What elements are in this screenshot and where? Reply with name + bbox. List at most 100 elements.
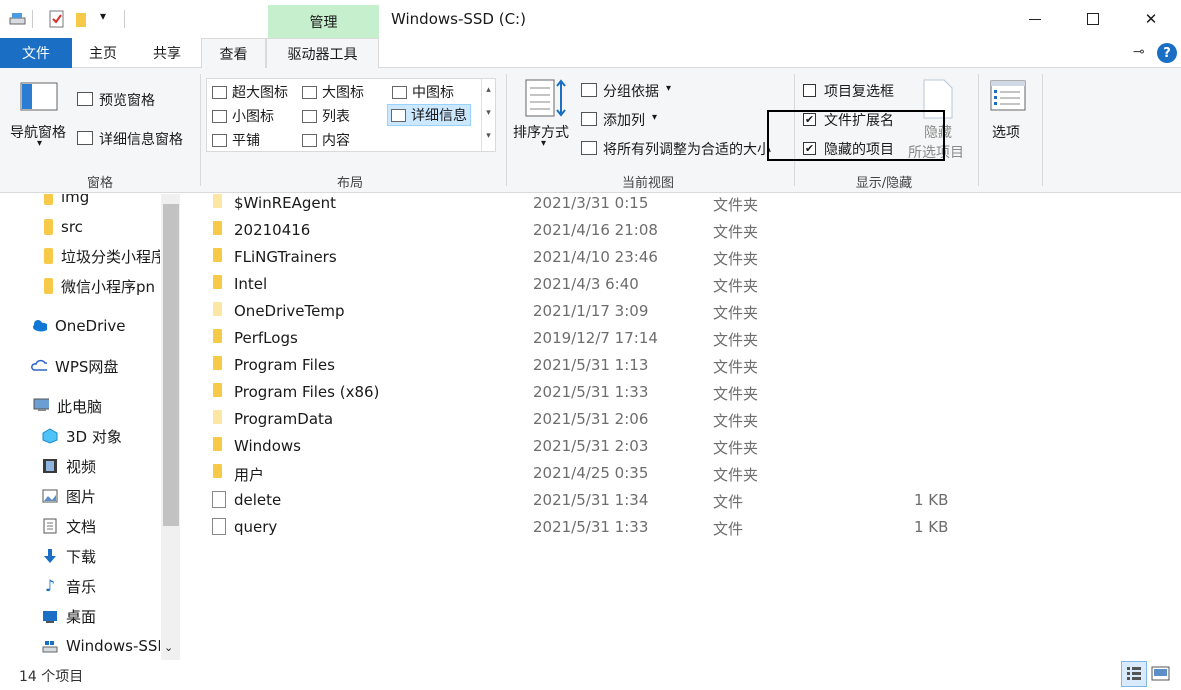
nav-item-desktop[interactable]: 桌面 [0,602,160,630]
file-type: 文件夹 [713,277,759,295]
nav-item-garbage-app[interactable]: 垃圾分类小程序 [0,242,160,270]
table-row[interactable]: $WinREAgent 2021/3/31 0:15 文件夹 [185,190,1181,217]
drive-icon[interactable] [9,10,27,28]
table-row[interactable]: Program Files 2021/5/31 1:13 文件夹 [185,352,1181,379]
group-divider [200,74,201,186]
tab-drive-tools[interactable]: 驱动器工具 [266,38,379,69]
tab-home[interactable]: 主页 [72,38,134,68]
new-folder-icon[interactable] [74,10,92,28]
tab-share[interactable]: 共享 [134,38,200,68]
details-view-icon [1127,667,1141,680]
preview-pane-button[interactable]: 预览窗格 [99,90,155,110]
nav-item-label: 此电脑 [57,397,103,416]
video-icon [43,459,57,473]
nav-scrollbar-thumb[interactable] [163,204,179,526]
nav-item-documents[interactable]: 文档 [0,512,160,540]
nav-item-src[interactable]: src [0,213,160,241]
add-column-button[interactable]: 添加列 [603,110,645,130]
extra-large-icons-icon [212,85,227,99]
layout-large-icons[interactable]: 大图标 [299,81,367,103]
details-pane-button[interactable]: 详细信息窗格 [99,129,183,149]
large-icons-view-button[interactable] [1151,664,1171,684]
nav-item-music[interactable]: ♪ 音乐 [0,572,160,600]
preview-pane-icon [77,92,93,106]
nav-item-3d-objects[interactable]: 3D 对象 [0,422,160,450]
qat-customize-icon[interactable]: ▾ [100,9,106,23]
file-type: 文件夹 [713,223,759,241]
table-row[interactable]: OneDriveTemp 2021/1/17 3:09 文件夹 [185,298,1181,325]
chevron-down-icon[interactable]: ▾ [666,83,671,94]
layout-content[interactable]: 内容 [299,129,353,151]
layout-gallery-scroll[interactable]: ▴ ▾ ▾ [481,79,495,151]
folder-icon [44,278,53,294]
folder-icon [44,219,53,235]
large-icons-view-icon [1151,666,1170,681]
tab-file[interactable]: 文件 [0,38,72,68]
table-row[interactable]: Intel 2021/4/3 6:40 文件夹 [185,271,1181,298]
nav-item-onedrive[interactable]: OneDrive [0,312,160,340]
table-row[interactable]: PerfLogs 2019/12/7 17:14 文件夹 [185,325,1181,352]
file-list: $WinREAgent 2021/3/31 0:15 文件夹 20210416 2021… [185,194,1181,660]
group-by-button[interactable]: 分组依据 [603,81,659,101]
layout-small-icons[interactable]: 小图标 [209,105,277,127]
close-button[interactable]: ✕ [1122,0,1180,38]
chevron-down-icon[interactable]: ▾ [37,138,42,149]
file-type: 文件夹 [713,385,759,403]
nav-item-this-pc[interactable]: 此电脑 [0,392,160,420]
ribbon-pin-icon[interactable]: ⊸ [1133,44,1145,60]
table-row[interactable]: FLiNGTrainers 2021/4/10 23:46 文件夹 [185,244,1181,271]
maximize-button[interactable] [1064,0,1122,38]
add-column-icon [581,112,597,126]
file-date: 2021/5/31 2:03 [533,437,649,455]
table-row[interactable]: Windows 2021/5/31 2:03 文件夹 [185,433,1181,460]
tab-view[interactable]: 查看 [201,38,266,69]
nav-item-downloads[interactable]: 下载 [0,542,160,570]
chevron-down-icon[interactable]: ⌄ [164,641,173,654]
file-type: 文件夹 [713,331,759,349]
nav-item-label: OneDrive [55,317,126,335]
fit-columns-button[interactable]: 将所有列调整为合适的大小 [603,139,771,159]
chevron-down-icon[interactable]: ▾ [652,112,657,123]
large-icons-icon [302,85,317,99]
nav-item-videos[interactable]: 视频 [0,452,160,480]
chevron-down-icon[interactable]: ▾ [541,138,546,149]
properties-icon[interactable] [48,10,66,28]
title-bar: ▾ 管理 Windows-SSD (C:) ✕ [0,0,1181,38]
nav-item-img[interactable]: img [0,194,160,211]
nav-item-wps[interactable]: WPS网盘 [0,352,160,380]
file-name: delete [234,491,282,509]
table-row[interactable]: ProgramData 2021/5/31 2:06 文件夹 [185,406,1181,433]
folder-icon [213,437,222,451]
details-pane-icon [77,131,93,145]
table-row[interactable]: Program Files (x86) 2021/5/31 1:33 文件夹 [185,379,1181,406]
nav-item-wechat-app[interactable]: 微信小程序pn [0,272,160,300]
table-row[interactable]: query 2021/5/31 1:33 文件 1 KB [185,514,1181,541]
minimize-button[interactable] [1006,0,1064,38]
layout-list[interactable]: 列表 [299,105,353,127]
small-icons-icon [212,109,227,123]
nav-item-windows-ssd[interactable]: Windows-SSD [0,632,160,660]
layout-medium-icons[interactable]: 中图标 [389,81,457,103]
folder-icon [213,383,222,397]
help-icon[interactable]: ? [1157,43,1177,63]
table-row[interactable]: 用户 2021/4/25 0:35 文件夹 [185,460,1181,487]
medium-icons-icon [392,85,407,99]
table-row[interactable]: 20210416 2021/4/16 21:08 文件夹 [185,217,1181,244]
folder-icon [213,248,222,262]
nav-item-label: 视频 [66,457,97,476]
item-checkboxes-checkbox[interactable] [803,84,816,97]
table-row[interactable]: delete 2021/5/31 1:34 文件 1 KB [185,487,1181,514]
options-button[interactable]: 选项 [992,122,1020,142]
nav-item-pictures[interactable]: 图片 [0,482,160,510]
file-name: FLiNGTrainers [234,248,337,266]
layout-tiles[interactable]: 平铺 [209,129,263,151]
details-view-button[interactable] [1121,661,1147,687]
layout-extra-large-icons[interactable]: 超大图标 [209,81,291,103]
layout-item-label: 中图标 [412,85,454,101]
file-name: ProgramData [234,410,334,428]
layout-details[interactable]: 详细信息 [387,104,471,126]
item-checkboxes-label[interactable]: 项目复选框 [824,81,894,101]
documents-icon [43,518,57,534]
manage-contextual-tab[interactable]: 管理 [268,5,379,38]
drive-icon [42,641,58,653]
